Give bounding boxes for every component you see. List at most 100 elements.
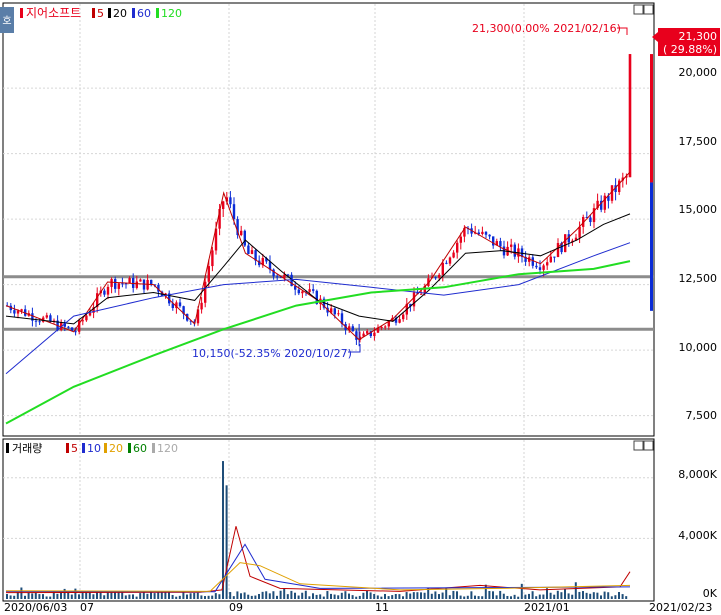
volume-bar — [247, 594, 250, 599]
candle-body — [135, 281, 138, 288]
candle-body — [276, 276, 279, 278]
volume-bar — [297, 595, 300, 599]
candle-body — [106, 286, 110, 295]
volume-bar — [513, 594, 516, 599]
x-axis: 2020/06/03 07 09 11 2021/01 2021/02/23 — [3, 600, 712, 614]
volume-bar — [369, 592, 372, 599]
volume-bar — [574, 582, 577, 599]
candle-body — [589, 217, 592, 223]
vol-ma120-marker — [152, 443, 155, 453]
candle-body — [441, 262, 444, 275]
volume-bar — [243, 592, 246, 599]
stock-chart: 호 지어소프트 5 20 60 120 21,300(0.00% 2021/02… — [0, 2, 720, 614]
volume-bar — [387, 596, 390, 599]
candle-body — [337, 313, 340, 315]
candle-body — [513, 244, 516, 257]
volume-bar — [42, 594, 44, 599]
candle-body — [499, 241, 502, 247]
candle-body — [549, 256, 552, 263]
candle-body — [556, 243, 560, 258]
candle-body — [103, 290, 106, 295]
volume-bar — [254, 595, 257, 599]
volume-y-axis: 8,000K 4,000K 0K — [678, 468, 717, 600]
vol-ma120-label: 120 — [157, 442, 178, 455]
volume-y-tick: 8,000K — [678, 468, 717, 481]
volume-bar — [171, 594, 174, 599]
volume-bar — [178, 595, 181, 599]
volume-bar — [207, 595, 210, 599]
volume-bar — [312, 593, 314, 599]
volume-bar — [517, 596, 520, 599]
volume-bar — [337, 595, 340, 599]
volume-bar — [391, 595, 394, 599]
candle-body — [538, 267, 542, 270]
volume-bar — [405, 592, 408, 599]
candle-body — [351, 326, 354, 332]
volume-bar — [9, 595, 12, 599]
volume-bar — [70, 594, 73, 599]
volume-bar — [175, 596, 178, 599]
volume-bar — [553, 594, 556, 599]
volume-bar — [524, 594, 527, 599]
volume-bar — [211, 595, 214, 599]
candle-body — [564, 234, 567, 253]
candle-body — [200, 302, 203, 310]
volume-bar — [92, 594, 95, 599]
volume-bar — [474, 595, 476, 599]
volume-bar — [168, 592, 170, 599]
ma120-label: 120 — [161, 7, 182, 20]
volume-bar — [153, 593, 156, 599]
candle-body — [542, 265, 545, 270]
ma20-marker — [108, 8, 111, 18]
volume-bar — [268, 593, 271, 599]
volume-y-tick: 4,000K — [678, 529, 717, 542]
candle-body — [222, 201, 225, 209]
volume-panel-close-icon[interactable] — [643, 440, 654, 451]
volume-bar — [290, 590, 293, 599]
volume-plot-frame — [2, 438, 655, 602]
volume-panel-maximize-icon[interactable] — [633, 440, 644, 451]
volume-bar — [218, 594, 221, 599]
candle-body — [373, 332, 376, 337]
candle-body — [456, 242, 459, 253]
volume-bar — [452, 590, 455, 599]
volume-bar — [441, 592, 444, 599]
candle-body — [578, 226, 581, 238]
volume-bar — [592, 592, 595, 599]
price-y-tick: 12,500 — [679, 272, 718, 285]
volume-bar — [538, 594, 541, 599]
volume-bar — [506, 595, 509, 599]
candle-body — [434, 277, 437, 279]
volume-bar — [27, 592, 30, 599]
price-panel-close-icon[interactable] — [643, 4, 654, 15]
candle-body — [297, 289, 300, 294]
candle-body — [85, 315, 88, 321]
volume-bar — [614, 595, 617, 599]
volume-bar — [499, 590, 502, 599]
volume-bar — [549, 592, 552, 599]
candle-body — [628, 54, 632, 178]
volume-bar — [20, 587, 23, 599]
volume-bar — [571, 594, 574, 599]
volume-bar — [402, 596, 404, 599]
candle-body — [553, 256, 556, 258]
price-y-tick: 10,000 — [679, 341, 718, 354]
volume-bar — [384, 593, 386, 599]
volume-bar — [528, 593, 530, 599]
volume-bar — [348, 593, 350, 599]
volume-bar — [38, 594, 41, 599]
volume-bar — [265, 591, 268, 599]
volume-bar — [250, 595, 253, 599]
x-tick: 2021/01 — [524, 601, 570, 614]
volume-bar — [232, 596, 235, 599]
volume-bar — [261, 591, 264, 599]
annotation-low: 10,150(-52.35% 2020/10/27) — [192, 347, 352, 360]
vol-ma10-marker — [82, 443, 85, 453]
x-tick: 09 — [229, 601, 243, 614]
candle-body — [488, 234, 491, 237]
volume-label: 거래량 — [12, 442, 42, 455]
price-panel-maximize-icon[interactable] — [633, 4, 644, 15]
candle-body — [438, 274, 441, 278]
volume-bar — [582, 591, 584, 599]
volume-bar — [484, 584, 487, 599]
